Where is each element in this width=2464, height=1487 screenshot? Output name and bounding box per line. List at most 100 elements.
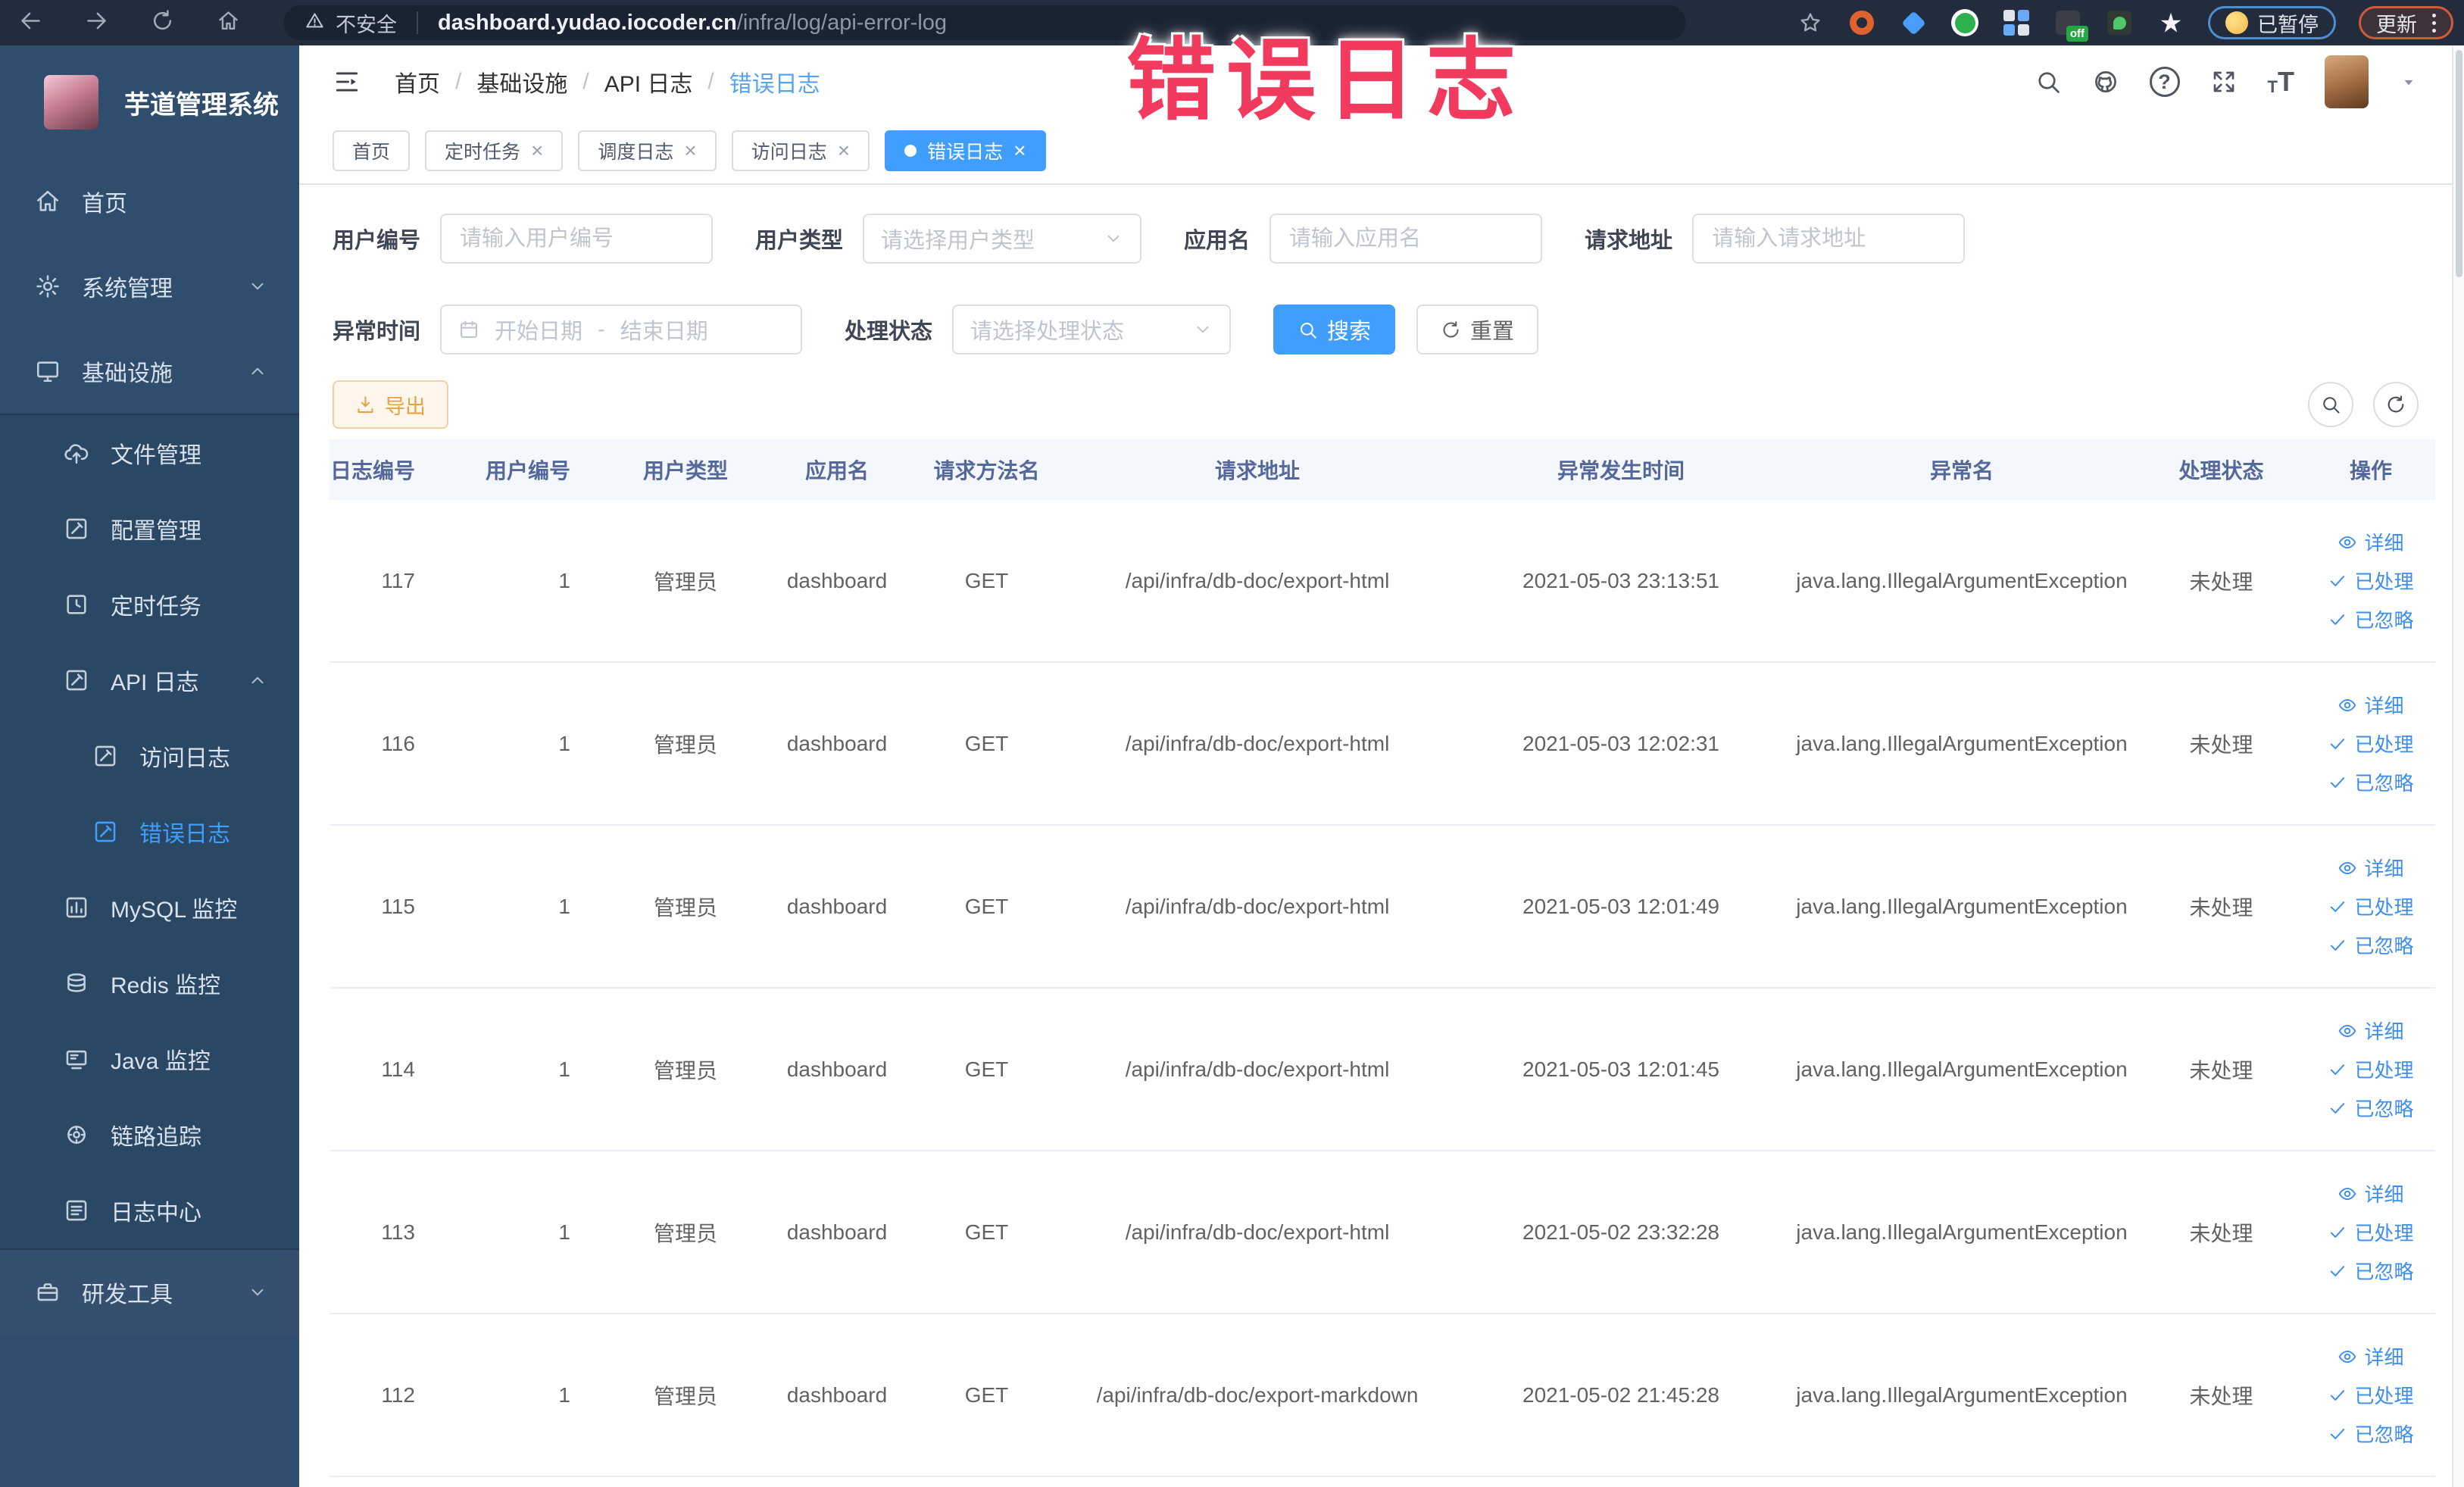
sidebar-item-error-log[interactable]: 错误日志 <box>0 794 299 870</box>
breadcrumb-item-home[interactable]: 首页 <box>395 65 440 98</box>
sidebar-item-label: 链路追踪 <box>111 1125 201 1150</box>
extension-icon-leaf[interactable] <box>2105 8 2134 37</box>
reload-icon[interactable] <box>150 8 175 37</box>
extension-icon-off-badge[interactable]: off <box>2053 8 2088 42</box>
tab-access-log[interactable]: 访问日志 × <box>731 130 870 171</box>
main-content: 首页 / 基础设施 / API 日志 / 错误日志 ? TT 首页 定时任务 × 调度… <box>299 45 2452 1487</box>
sidebar-item-scheduled-jobs[interactable]: 定时任务 <box>0 567 299 642</box>
scrollbar-thumb[interactable] <box>2456 50 2462 277</box>
cell-url: /api/infra/db-doc/export-html <box>1060 662 1454 826</box>
breadcrumb-item-api-log[interactable]: API 日志 <box>604 65 693 98</box>
sidebar-item-config-mgmt[interactable]: 配置管理 <box>0 491 299 567</box>
github-icon[interactable] <box>2092 68 2119 95</box>
detail-link[interactable]: 详细 <box>2338 528 2404 556</box>
sidebar-item-java-monitor[interactable]: Java 监控 <box>0 1021 299 1097</box>
processed-link[interactable]: 已处理 <box>2328 1055 2414 1083</box>
search-icon[interactable] <box>2035 68 2062 95</box>
emoji-avatar <box>2225 11 2248 34</box>
processed-link[interactable]: 已处理 <box>2328 1218 2414 1246</box>
action-label: 已忽略 <box>2354 1261 2414 1283</box>
ignored-link[interactable]: 已忽略 <box>2328 1094 2414 1122</box>
ignored-link[interactable]: 已忽略 <box>2328 931 2414 959</box>
extension-icon-blue-shield[interactable] <box>1899 8 1928 37</box>
tab-home[interactable]: 首页 <box>333 130 411 171</box>
ignored-link[interactable]: 已忽略 <box>2328 605 2414 633</box>
breadcrumb-item-infra[interactable]: 基础设施 <box>476 65 567 98</box>
cell-log_id: 115 <box>329 825 454 989</box>
sidebar-item-infrastructure[interactable]: 基础设施 <box>0 329 299 414</box>
browser-home-icon[interactable] <box>216 8 241 37</box>
close-tab-icon[interactable]: × <box>838 140 850 161</box>
app-logo[interactable]: 芋道管理系统 <box>0 45 299 159</box>
ignored-link[interactable]: 已忽略 <box>2328 1420 2414 1448</box>
reset-button[interactable]: 重置 <box>1416 305 1539 355</box>
tab-job-log[interactable]: 调度日志 × <box>578 130 717 171</box>
detail-link[interactable]: 详细 <box>2338 1179 2404 1207</box>
exception-time-range-picker[interactable]: 开始日期 - 结束日期 <box>440 305 803 355</box>
extension-icon-grid[interactable] <box>2002 8 2031 37</box>
user-id-input[interactable] <box>440 214 714 264</box>
user-type-select[interactable]: 请选择用户类型 <box>863 214 1142 264</box>
close-tab-icon[interactable]: × <box>531 140 543 161</box>
cell-user_type: 管理员 <box>610 988 761 1151</box>
font-size-icon[interactable]: TT <box>2268 68 2294 95</box>
sidebar-item-redis-monitor[interactable]: Redis 监控 <box>0 945 299 1021</box>
help-icon[interactable]: ? <box>2149 67 2180 97</box>
forward-icon[interactable] <box>84 8 109 37</box>
search-button[interactable]: 搜索 <box>1273 305 1396 355</box>
detail-link[interactable]: 详细 <box>2338 691 2404 719</box>
bookmark-star-icon[interactable] <box>1796 8 1825 37</box>
sidebar-fold-icon[interactable] <box>333 67 361 96</box>
security-label: 不安全 <box>336 13 397 36</box>
fullscreen-icon[interactable] <box>2210 68 2238 95</box>
action-label: 已处理 <box>2354 1222 2414 1245</box>
sidebar-item-home[interactable]: 首页 <box>0 159 299 244</box>
close-tab-icon[interactable]: × <box>1013 140 1026 161</box>
export-button[interactable]: 导出 <box>333 380 448 429</box>
refresh-table-button[interactable] <box>2373 382 2419 427</box>
sidebar-item-system-mgmt[interactable]: 系统管理 <box>0 244 299 329</box>
detail-link[interactable]: 详细 <box>2338 1017 2404 1045</box>
check-icon <box>2328 773 2347 792</box>
user-avatar[interactable] <box>2325 55 2369 108</box>
app-name-input[interactable] <box>1269 214 1543 264</box>
sidebar-item-log-center[interactable]: 日志中心 <box>0 1173 299 1248</box>
close-tab-icon[interactable]: × <box>684 140 696 161</box>
extension-icon-flower[interactable] <box>2156 8 2185 37</box>
window-scrollbar[interactable] <box>2452 45 2464 1487</box>
sidebar-item-access-log[interactable]: 访问日志 <box>0 718 299 794</box>
detail-link[interactable]: 详细 <box>2338 854 2404 882</box>
detail-link[interactable]: 详细 <box>2338 1342 2404 1370</box>
row-actions: 详细 已处理 已忽略 <box>2307 854 2434 959</box>
ignored-link[interactable]: 已忽略 <box>2328 768 2414 796</box>
sidebar-item-label: 错误日志 <box>139 822 230 847</box>
back-icon[interactable] <box>18 8 43 37</box>
avatar-caret-down-icon[interactable] <box>2399 72 2419 92</box>
tab-job[interactable]: 定时任务 × <box>425 130 564 171</box>
processed-link[interactable]: 已处理 <box>2328 729 2414 758</box>
sidebar-item-dev-tools[interactable]: 研发工具 <box>0 1250 299 1335</box>
processed-link[interactable]: 已处理 <box>2328 1381 2414 1409</box>
sidebar-item-api-log[interactable]: API 日志 <box>0 642 299 718</box>
profile-paused-pill[interactable]: 已暂停 <box>2208 6 2336 39</box>
processed-link[interactable]: 已处理 <box>2328 892 2414 920</box>
tab-error-log[interactable]: 错误日志 × <box>885 130 1046 171</box>
cell-log_id: 113 <box>329 1151 454 1314</box>
sidebar-item-file-mgmt[interactable]: 文件管理 <box>0 415 299 491</box>
request-url-input[interactable] <box>1692 214 1966 264</box>
kebab-menu-icon <box>2432 13 2436 33</box>
extension-icon-green-circle[interactable] <box>1950 8 1979 37</box>
sidebar-item-mysql-monitor[interactable]: MySQL 监控 <box>0 870 299 945</box>
refresh-icon <box>1441 320 1461 340</box>
browser-update-menu[interactable]: 更新 <box>2359 6 2453 39</box>
gear-icon <box>35 273 61 299</box>
calendar-icon <box>458 319 479 340</box>
extension-icon-orange[interactable] <box>1847 8 1876 37</box>
ignored-link[interactable]: 已忽略 <box>2328 1257 2414 1285</box>
toggle-search-button[interactable] <box>2308 382 2353 427</box>
redis-icon <box>64 970 89 996</box>
cell-exception: java.lang.IllegalArgumentException <box>1788 1314 2136 1477</box>
process-status-select[interactable]: 请选择处理状态 <box>952 305 1232 355</box>
processed-link[interactable]: 已处理 <box>2328 567 2414 595</box>
sidebar-item-trace[interactable]: 链路追踪 <box>0 1097 299 1173</box>
